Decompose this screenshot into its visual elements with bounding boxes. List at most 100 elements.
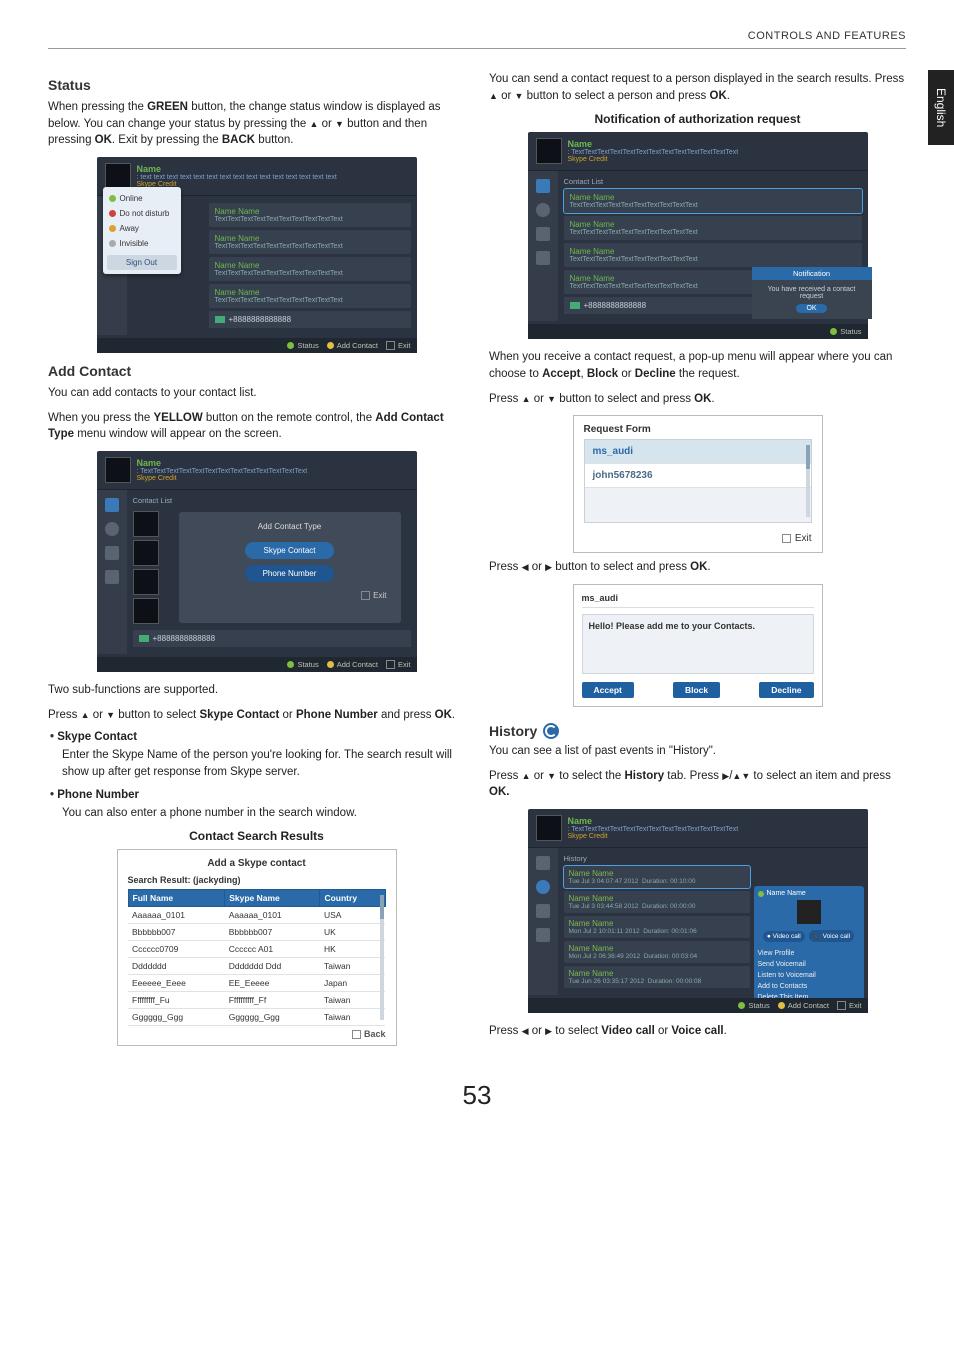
status-screenshot: Name : text text text text text text tex…	[97, 157, 417, 353]
status-option-online[interactable]: Online	[107, 191, 177, 206]
notification-header: Notification	[752, 267, 872, 280]
contact-avatar	[133, 540, 159, 566]
contact-name: Name Name	[215, 207, 405, 216]
contacts-tab-icon[interactable]	[105, 498, 119, 512]
block-button[interactable]: Block	[673, 682, 720, 698]
contact-row[interactable]: Name NameTextTextTextTextTextTextTextTex…	[209, 284, 411, 308]
contact-row[interactable]: Name NameTextTextTextTextTextTextTextTex…	[564, 189, 862, 213]
label: Exit	[398, 660, 411, 669]
status-option-away[interactable]: Away	[107, 221, 177, 236]
history-tab-icon[interactable]	[536, 203, 550, 217]
yellow-label: YELLOW	[153, 412, 202, 424]
settings-tab-icon[interactable]	[105, 570, 119, 584]
send-voicemail-link[interactable]: Send Voicemail	[758, 959, 860, 970]
listen-voicemail-link[interactable]: Listen to Voicemail	[758, 970, 860, 981]
settings-tab-icon[interactable]	[536, 251, 550, 265]
table-row[interactable]: Bbbbbb007Bbbbbb007UK	[128, 924, 385, 941]
contacts-tab-icon[interactable]	[536, 179, 550, 193]
table-row[interactable]: Eeeeee_EeeeEE_EeeeeJapan	[128, 975, 385, 992]
label: Name Name	[767, 890, 806, 897]
cell: Japan	[320, 975, 385, 992]
phone-number-button[interactable]: Phone Number	[245, 565, 335, 582]
down-arrow-icon	[335, 118, 344, 130]
left-column: Status When pressing the GREEN button, t…	[48, 67, 465, 1050]
text: the request.	[676, 368, 740, 380]
status-option-dnd[interactable]: Do not disturb	[107, 206, 177, 221]
table-row[interactable]: Fffffffff_FuFfffffffff_FfTaiwan	[128, 992, 385, 1009]
item-name: Name Name	[569, 894, 745, 903]
view-profile-link[interactable]: View Profile	[758, 948, 860, 959]
add-contact-heading: Add Contact	[48, 363, 465, 379]
text: or	[655, 1025, 672, 1037]
text: tab. Press	[664, 770, 722, 782]
phone-number: +8888888888888	[584, 301, 647, 310]
table-row[interactable]: Aaaaaa_0101Aaaaaa_0101USA	[128, 907, 385, 924]
contact-row[interactable]: Name NameTextTextTextTextTextTextTextTex…	[564, 243, 862, 267]
contact-row[interactable]: Name NameTextTextTextTextTextTextTextTex…	[564, 216, 862, 240]
decline-button[interactable]: Decline	[759, 682, 813, 698]
history-item[interactable]: Name NameTue Jul 3 04:07:47 2012 Duratio…	[564, 866, 750, 888]
voice-call-button[interactable]: 📞 Voice call	[809, 930, 854, 942]
search-box-title: Add a Skype contact	[128, 858, 386, 869]
notification-ok-button[interactable]: OK	[796, 304, 826, 313]
table-row[interactable]: Cccccc0709Cccccc A01HK	[128, 941, 385, 958]
request-item[interactable]: ms_audi	[585, 440, 811, 464]
receive-request-paragraph: When you receive a contact request, a po…	[489, 349, 906, 382]
text: button to select and press	[552, 561, 690, 573]
status-heading: Status	[48, 77, 465, 93]
block-label: Block	[587, 368, 618, 380]
scrollbar-thumb[interactable]	[806, 445, 810, 469]
dialpad-tab-icon[interactable]	[536, 904, 550, 918]
text: Press	[489, 561, 522, 573]
page-number: 53	[48, 1080, 906, 1111]
contact-list-label: Contact List	[564, 177, 862, 186]
contact-sub: TextTextTextTextTextTextTextTextTextText	[215, 270, 405, 277]
accept-button[interactable]: Accept	[582, 682, 634, 698]
contact-name: Name Name	[215, 234, 405, 243]
contact-row[interactable]: Name NameTextTextTextTextTextTextTextTex…	[209, 257, 411, 281]
down-arrow-icon	[106, 709, 115, 721]
contacts-tab-icon[interactable]	[536, 856, 550, 870]
table-row[interactable]: Gggggg_GggGggggg_GggTaiwan	[128, 1009, 385, 1026]
phone-number-label: Phone Number	[296, 709, 378, 721]
scrollbar[interactable]	[806, 445, 810, 517]
ok-label: OK	[710, 90, 727, 102]
col-skype-name: Skype Name	[225, 890, 320, 907]
cell: Ddddddd Ddd	[225, 958, 320, 975]
label: Status	[297, 660, 318, 669]
history-item[interactable]: Name NameTue Jun 26 03:35:17 2012 Durati…	[564, 966, 750, 988]
panel-footer: Status Add Contact Exit	[97, 338, 417, 353]
history-item[interactable]: Name NameMon Jul 2 10:01:11 2012 Duratio…	[564, 916, 750, 938]
contact-row[interactable]: Name NameTextTextTextTextTextTextTextTex…	[209, 203, 411, 227]
table-row[interactable]: DddddddDdddddd DddTaiwan	[128, 958, 385, 975]
history-item[interactable]: Name NameMon Jul 2 06:36:49 2012 Duratio…	[564, 941, 750, 963]
select-instruction-2: Press or button to select and press OK.	[489, 391, 906, 408]
phone-row[interactable]: +8888888888888	[209, 311, 411, 328]
exit-label: Exit	[795, 533, 812, 544]
avatar	[536, 815, 562, 841]
settings-tab-icon[interactable]	[536, 928, 550, 942]
scrollbar-thumb[interactable]	[380, 895, 384, 919]
text: Press	[489, 393, 522, 405]
search-results-table: Full Name Skype Name Country Aaaaaa_0101…	[128, 889, 386, 1026]
video-call-button[interactable]: ● Video call	[763, 931, 805, 942]
send-request-paragraph: You can send a contact request to a pers…	[489, 71, 906, 104]
accept-label: Accept	[542, 368, 580, 380]
empty-space	[585, 488, 811, 522]
add-contacts-link[interactable]: Add to Contacts	[758, 981, 860, 992]
phone-row[interactable]: +8888888888888	[133, 630, 411, 647]
dialpad-tab-icon[interactable]	[536, 227, 550, 241]
history-tab-icon[interactable]	[105, 522, 119, 536]
contact-avatar	[133, 598, 159, 624]
history-item[interactable]: Name NameTue Jul 3 03:44:58 2012 Duratio…	[564, 891, 750, 913]
scrollbar[interactable]	[380, 895, 384, 1020]
back-label: BACK	[222, 134, 255, 146]
request-item[interactable]: john5678236	[585, 464, 811, 488]
status-option-invisible[interactable]: Invisible	[107, 236, 177, 251]
history-tab-icon[interactable]	[536, 880, 550, 894]
skype-contact-button[interactable]: Skype Contact	[245, 542, 333, 559]
sign-out-button[interactable]: Sign Out	[107, 255, 177, 270]
cell: Taiwan	[320, 1009, 385, 1026]
dialpad-tab-icon[interactable]	[105, 546, 119, 560]
contact-row[interactable]: Name NameTextTextTextTextTextTextTextTex…	[209, 230, 411, 254]
